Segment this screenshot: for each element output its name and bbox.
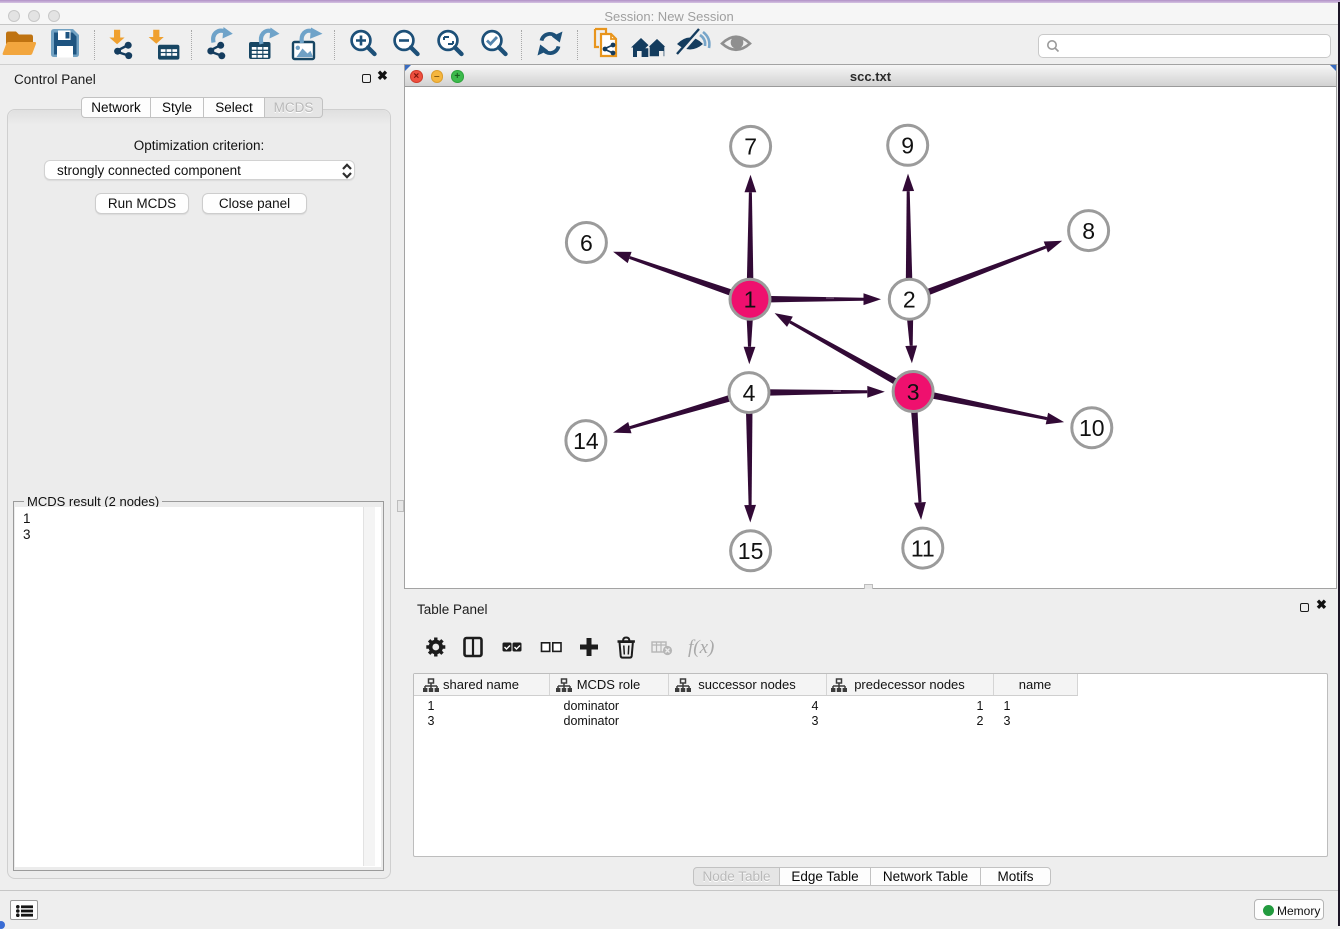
svg-text:7: 7 (744, 133, 757, 159)
svg-text:f(x): f(x) (688, 637, 714, 658)
svg-text:11: 11 (911, 535, 935, 561)
svg-text:6: 6 (580, 229, 593, 255)
svg-text:4: 4 (743, 379, 756, 405)
svg-text:3: 3 (907, 378, 920, 404)
svg-text:15: 15 (738, 538, 764, 564)
svg-text:1: 1 (744, 286, 757, 312)
svg-text:9: 9 (901, 132, 914, 158)
svg-text:2: 2 (903, 286, 916, 312)
svg-text:8: 8 (1082, 217, 1095, 243)
svg-text:10: 10 (1079, 415, 1105, 441)
svg-text:14: 14 (573, 427, 599, 453)
